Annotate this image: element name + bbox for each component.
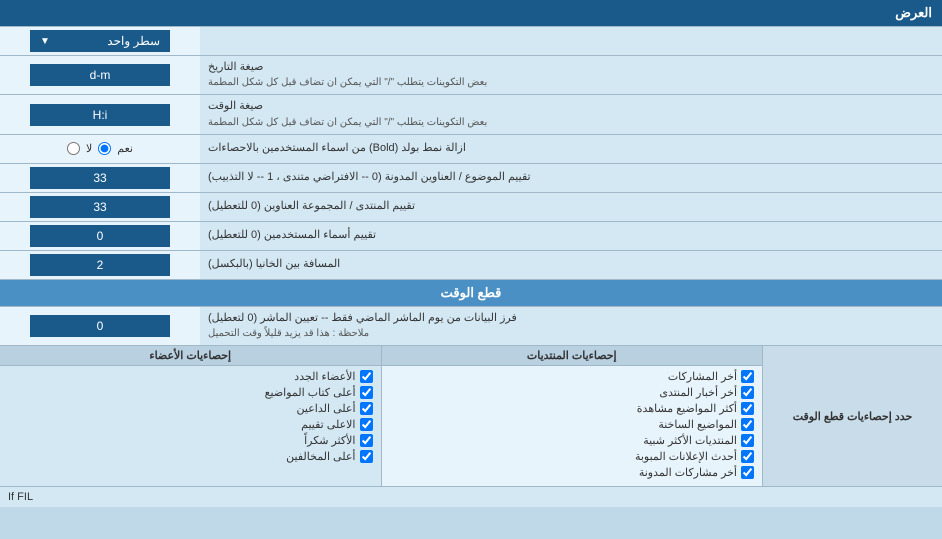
forum-sort-label: تقييم المنتدى / المجموعة العناوين (0 للت… xyxy=(200,193,942,221)
col2-cb-3[interactable] xyxy=(360,418,373,431)
users-sort-input[interactable] xyxy=(30,225,170,247)
topics-sort-input[interactable] xyxy=(30,167,170,189)
topics-sort-label: تقييم الموضوع / العناوين المدونة (0 -- ا… xyxy=(200,164,942,192)
col2-cb-1[interactable] xyxy=(360,386,373,399)
bold-yes-label: نعم xyxy=(117,142,133,155)
forum-sort-input-cell xyxy=(0,193,200,221)
list-item: أعلى الداعين xyxy=(8,402,373,415)
bold-remove-radios: نعم لا xyxy=(0,135,200,163)
topics-sort-row: تقييم الموضوع / العناوين المدونة (0 -- ا… xyxy=(0,164,942,193)
users-sort-input-cell xyxy=(0,222,200,250)
single-line-value: سطر واحد xyxy=(107,34,160,48)
forum-sort-row: تقييم المنتدى / المجموعة العناوين (0 للت… xyxy=(0,193,942,222)
list-item: أخر أخبار المنتدى xyxy=(390,386,755,399)
col2-cb-4[interactable] xyxy=(360,434,373,447)
list-item: المواضيع الساخنة xyxy=(390,418,755,431)
bold-radio-cell: نعم لا xyxy=(67,142,133,155)
col1-cb-2[interactable] xyxy=(741,402,754,415)
space-between-row: المسافة بين الخانيا (بالبكسل) xyxy=(0,251,942,280)
col2-header: إحصاءيات الأعضاء xyxy=(0,346,381,366)
col1-header: إحصاءيات المنتديات xyxy=(382,346,763,366)
single-line-row: سطر واحد ▼ xyxy=(0,27,942,56)
bold-no-radio[interactable] xyxy=(67,142,80,155)
list-item: أخر المشاركات xyxy=(390,370,755,383)
checkboxes-header-label: حدد إحصاءيات قطع الوقت xyxy=(762,346,942,486)
time-format-main: صيغة الوقت xyxy=(208,99,263,114)
time-format-row: صيغة الوقت بعض التكوينات يتطلب "/" التي … xyxy=(0,95,942,134)
list-item: أعلى كتاب المواضيع xyxy=(8,386,373,399)
list-item: أعلى المخالفين xyxy=(8,450,373,463)
col2-cb-5[interactable] xyxy=(360,450,373,463)
list-item: الاعلى تقييم xyxy=(8,418,373,431)
page-header-label: العرض xyxy=(0,0,942,26)
date-format-input-cell xyxy=(0,56,200,94)
col1-cb-1[interactable] xyxy=(741,386,754,399)
date-format-desc: بعض التكوينات يتطلب "/" التي يمكن ان تضا… xyxy=(208,76,487,90)
col1-cb-3[interactable] xyxy=(741,418,754,431)
date-format-label: صيغة التاريخ بعض التكوينات يتطلب "/" الت… xyxy=(200,56,942,94)
cutoff-row: فرز البيانات من يوم الماشر الماضي فقط --… xyxy=(0,307,942,346)
bold-remove-row: ازالة نمط بولد (Bold) من اسماء المستخدمي… xyxy=(0,135,942,164)
list-item: الأعضاء الجدد xyxy=(8,370,373,383)
date-format-main: صيغة التاريخ xyxy=(208,60,263,75)
space-between-label: المسافة بين الخانيا (بالبكسل) xyxy=(200,251,942,279)
list-item: الأكثر شكراً xyxy=(8,434,373,447)
col2-cb-2[interactable] xyxy=(360,402,373,415)
col1-container: إحصاءيات المنتديات أخر المشاركات أخر أخب… xyxy=(382,346,763,486)
col1-cb-6[interactable] xyxy=(741,466,754,479)
col1-cb-4[interactable] xyxy=(741,434,754,447)
list-item: المنتديات الأكثر شبية xyxy=(390,434,755,447)
cutoff-input-cell xyxy=(0,307,200,345)
bold-remove-label: ازالة نمط بولد (Bold) من اسماء المستخدمي… xyxy=(200,135,942,163)
time-format-label: صيغة الوقت بعض التكوينات يتطلب "/" التي … xyxy=(200,95,942,133)
space-between-input-cell xyxy=(0,251,200,279)
users-sort-row: تقييم أسماء المستخدمين (0 للتعطيل) xyxy=(0,222,942,251)
col2-items: الأعضاء الجدد أعلى كتاب المواضيع أعلى ال… xyxy=(0,366,381,470)
time-format-desc: بعض التكوينات يتطلب "/" التي يمكن ان تضا… xyxy=(208,116,487,130)
col1-cb-0[interactable] xyxy=(741,370,754,383)
cutoff-section-header: قطع الوقت xyxy=(0,280,942,307)
cutoff-main: فرز البيانات من يوم الماشر الماضي فقط --… xyxy=(208,311,517,326)
date-format-row: صيغة التاريخ بعض التكوينات يتطلب "/" الت… xyxy=(0,56,942,95)
date-format-input[interactable] xyxy=(30,64,170,86)
cutoff-input[interactable] xyxy=(30,315,170,337)
space-between-input[interactable] xyxy=(30,254,170,276)
col1-cb-5[interactable] xyxy=(741,450,754,463)
single-line-label xyxy=(200,27,942,55)
time-format-input[interactable] xyxy=(30,104,170,126)
bottom-text-label: If FIL xyxy=(8,491,33,503)
users-sort-label: تقييم أسماء المستخدمين (0 للتعطيل) xyxy=(200,222,942,250)
single-line-dropdown[interactable]: سطر واحد ▼ xyxy=(30,30,170,52)
cutoff-note: ملاحظة : هذا قد يزيد قليلاً وقت التحميل xyxy=(208,327,369,341)
list-item: أحدث الإعلانات المبوبة xyxy=(390,450,755,463)
dropdown-arrow-icon: ▼ xyxy=(40,36,50,47)
time-format-input-cell xyxy=(0,95,200,133)
topics-sort-input-cell xyxy=(0,164,200,192)
bold-no-label: لا xyxy=(86,142,92,155)
single-line-input[interactable]: سطر واحد ▼ xyxy=(0,27,200,55)
col2-cb-0[interactable] xyxy=(360,370,373,383)
cutoff-label: فرز البيانات من يوم الماشر الماضي فقط --… xyxy=(200,307,942,345)
list-item: أكثر المواضيع مشاهدة xyxy=(390,402,755,415)
col2-container: إحصاءيات الأعضاء الأعضاء الجدد أعلى كتاب… xyxy=(0,346,382,486)
checkboxes-section: حدد إحصاءيات قطع الوقت إحصاءيات المنتديا… xyxy=(0,346,942,487)
list-item: أخر مشاركات المدونة xyxy=(390,466,755,479)
col1-items: أخر المشاركات أخر أخبار المنتدى أكثر الم… xyxy=(382,366,763,486)
bold-yes-radio[interactable] xyxy=(98,142,111,155)
forum-sort-input[interactable] xyxy=(30,196,170,218)
bottom-text: If FIL xyxy=(0,487,942,507)
